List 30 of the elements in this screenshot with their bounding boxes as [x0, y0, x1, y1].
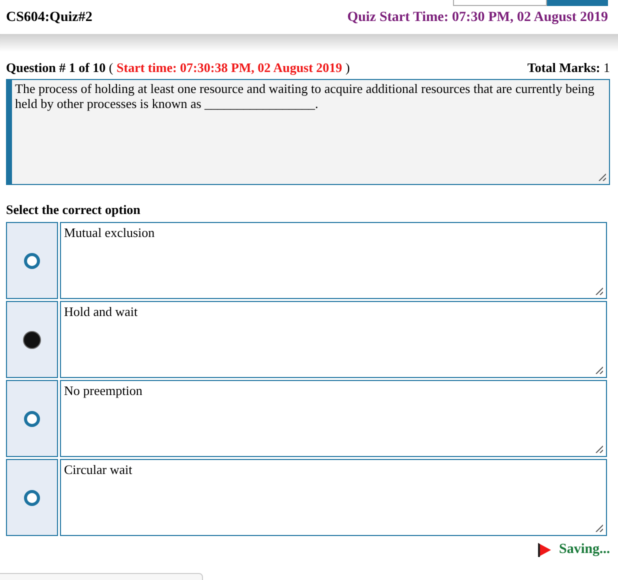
flag-icon [537, 543, 552, 557]
paren: ( [108, 60, 114, 75]
option-text-area[interactable]: Mutual exclusion [60, 222, 607, 299]
option-text: Hold and wait [64, 304, 138, 319]
resize-grip-icon[interactable] [595, 366, 603, 374]
question-text: The process of holding at least one resource and waiting to acquire additional resources that are currently being held by other processes is known as _________________. [15, 81, 594, 111]
resize-grip-icon[interactable] [595, 445, 603, 453]
question-text-area[interactable]: The process of holding at least one resource and waiting to acquire additional resources that are currently being held by other processes is known as _________________. [6, 79, 610, 185]
option-text: Circular wait [64, 462, 132, 477]
resize-grip-icon[interactable] [595, 287, 603, 295]
option-text: No preemption [64, 383, 142, 398]
total-marks-label: Total Marks: [527, 60, 600, 75]
option-text: Mutual exclusion [64, 225, 155, 240]
total-marks-value: 1 [604, 60, 610, 75]
resize-grip-icon[interactable] [595, 524, 603, 532]
option-text-area[interactable]: Circular wait [60, 459, 607, 536]
option-text-area[interactable]: No preemption [60, 380, 607, 457]
saving-status: Saving... [559, 542, 610, 558]
paren: ) [345, 60, 350, 75]
question-number: Question # 1 of 10 [6, 60, 106, 75]
option-text-area[interactable]: Hold and wait [60, 301, 607, 378]
options-heading: Select the correct option [5, 201, 142, 219]
radio-button[interactable] [24, 332, 40, 348]
quiz-title: CS604:Quiz#2 [6, 10, 92, 27]
radio-button[interactable] [24, 490, 40, 506]
radio-button[interactable] [24, 410, 40, 426]
radio-button[interactable] [24, 252, 40, 268]
quiz-start-time: Quiz Start Time: 07:30 PM, 02 August 2019 [347, 10, 608, 27]
resize-grip-icon[interactable] [598, 173, 606, 181]
question-start-time: Start time: 07:30:38 PM, 02 August 2019 [116, 60, 342, 75]
